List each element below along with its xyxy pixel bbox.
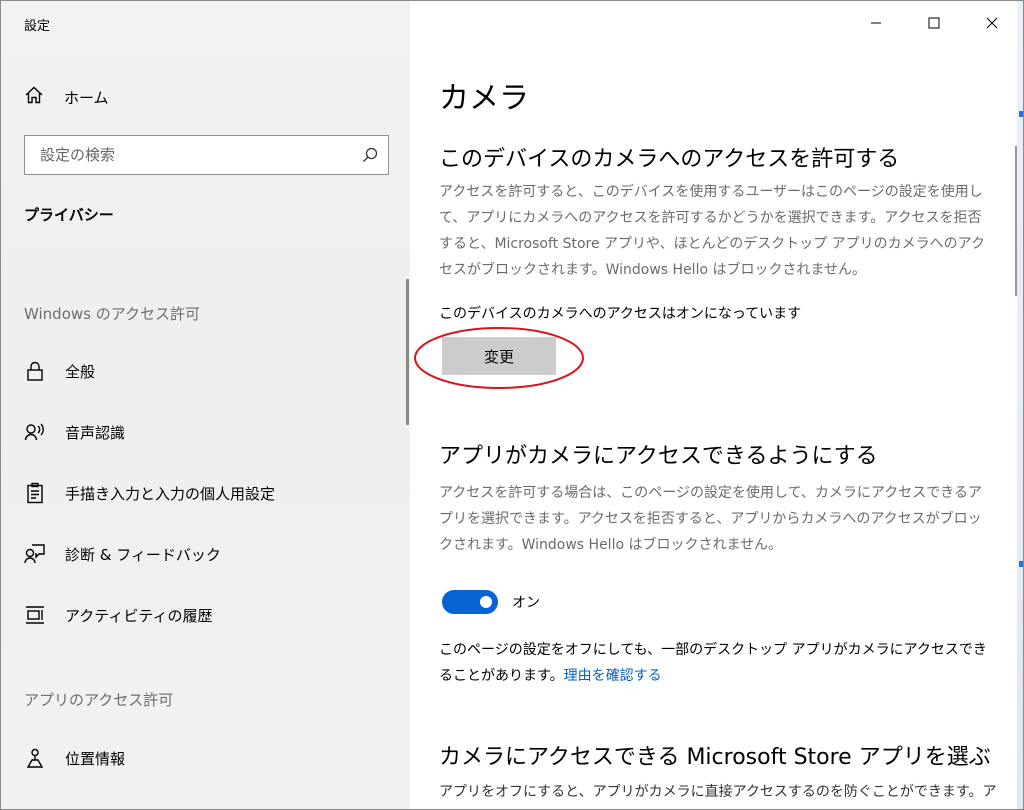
feedback-icon	[24, 543, 46, 565]
app-title: 設定	[24, 19, 51, 34]
timeline-icon	[24, 604, 46, 626]
maximize-button[interactable]	[911, 1, 957, 45]
page-title: カメラ	[439, 81, 529, 116]
nav-item-speech[interactable]: 音声認識	[24, 418, 394, 446]
close-button[interactable]	[969, 1, 1015, 45]
lock-icon	[24, 360, 46, 382]
nav-home-label: ホーム	[64, 88, 109, 107]
speech-icon	[24, 421, 46, 443]
nav-item-inking[interactable]: 手描き入力と入力の個人用設定	[24, 479, 394, 507]
background-window-edge	[1017, 1, 1023, 809]
maximize-icon	[928, 17, 940, 29]
nav-item-location[interactable]: 位置情報	[24, 744, 394, 772]
nav-item-general[interactable]: 全般	[24, 357, 394, 385]
content-pane: カメラ このデバイスのカメラへのアクセスを許可する アクセスを許可すると、このデ…	[410, 1, 1023, 809]
desktop-apps-note: このページの設定をオフにしても、一部のデスクトップ アプリがカメラにアクセスでき…	[439, 637, 994, 689]
nav-item-label: 診断 & フィードバック	[65, 545, 221, 564]
nav-item-label: 音声認識	[65, 423, 126, 442]
search-icon[interactable]	[361, 146, 379, 168]
nav-item-label: 位置情報	[65, 749, 126, 768]
nav-item-label: アクティビティの履歴	[65, 606, 213, 625]
search-input[interactable]	[25, 136, 345, 174]
nav-item-activity-history[interactable]: アクティビティの履歴	[24, 601, 394, 629]
device-access-status: このデバイスのカメラへのアクセスはオンになっています	[439, 306, 802, 322]
settings-window: 設定 ホーム プライバシー Windows のアクセス許可	[0, 0, 1024, 810]
learn-why-link[interactable]: 理由を確認する	[564, 668, 662, 684]
close-icon	[986, 17, 998, 29]
note-text: このページの設定をオフにしても、一部のデスクトップ アプリがカメラにアクセスでき…	[439, 642, 987, 684]
section-device-access-description: アクセスを許可すると、このデバイスを使用するユーザーはこのページの設定を使用して…	[439, 184, 985, 278]
section-device-access-heading: このデバイスのカメラへのアクセスを許可する	[439, 147, 900, 172]
group-windows-permissions: Windows のアクセス許可	[24, 305, 200, 323]
nav-item-diagnostics[interactable]: 診断 & フィードバック	[24, 540, 394, 568]
toggle-knob	[480, 596, 492, 608]
toggle-state-label: オン	[512, 595, 540, 611]
clipboard-icon	[24, 482, 46, 504]
nav-home[interactable]: ホーム	[24, 85, 109, 109]
location-icon	[24, 747, 46, 769]
home-icon	[24, 85, 44, 109]
settings-search	[24, 135, 389, 175]
section-store-apps-description: アプリをオフにすると、アプリがカメラに直接アクセスするのを防ぐことができます。ア	[439, 784, 997, 800]
nav-item-label: 手描き入力と入力の個人用設定	[65, 484, 276, 503]
app-access-toggle[interactable]	[442, 590, 498, 614]
nav-section-title: プライバシー	[24, 206, 114, 224]
minimize-button[interactable]	[853, 1, 899, 45]
minimize-icon	[871, 22, 881, 24]
group-app-permissions: アプリのアクセス許可	[24, 691, 174, 709]
nav-scrollbar[interactable]	[406, 279, 409, 425]
section-app-access-heading: アプリがカメラにアクセスできるようにする	[439, 444, 878, 469]
change-button[interactable]: 変更	[442, 337, 556, 375]
nav-item-label: 全般	[65, 362, 96, 381]
section-app-access-description: アクセスを許可する場合は、このページの設定を使用して、カメラにアクセスできるアプ…	[439, 485, 982, 553]
section-store-apps-heading: カメラにアクセスできる Microsoft Store アプリを選ぶ	[439, 745, 991, 770]
navigation-pane: 設定 ホーム プライバシー Windows のアクセス許可	[1, 1, 410, 809]
